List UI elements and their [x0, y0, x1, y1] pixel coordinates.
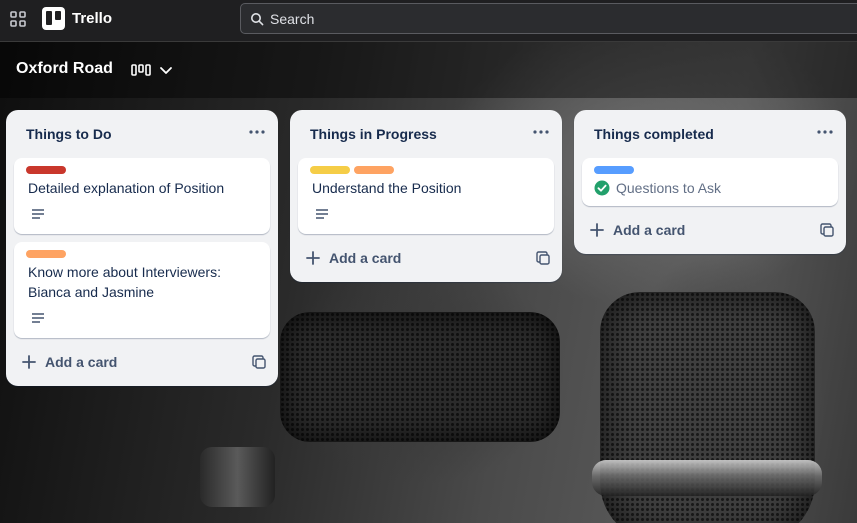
card-labels: [594, 166, 634, 174]
label-orange[interactable]: [26, 250, 66, 258]
list-title[interactable]: Things to Do: [26, 126, 112, 142]
description-icon: [32, 313, 44, 323]
board-title[interactable]: Oxford Road: [16, 60, 113, 78]
card-title: Detailed explanation of Position: [28, 180, 225, 196]
add-card-button[interactable]: Add a card: [306, 250, 401, 266]
card[interactable]: Know more about Interviewers: Bianca and…: [14, 242, 270, 338]
label-blue[interactable]: [594, 166, 634, 174]
create-from-template-icon[interactable]: [252, 355, 266, 369]
board-header: Oxford Road: [0, 42, 857, 98]
plus-icon: [590, 223, 604, 237]
plus-icon: [306, 251, 320, 265]
more-options-icon[interactable]: [246, 124, 268, 140]
top-navigation-bar: Trello Search: [0, 0, 857, 42]
card-labels: [26, 166, 66, 174]
description-icon: [32, 209, 44, 219]
check-complete-icon[interactable]: [594, 180, 610, 196]
more-options-icon[interactable]: [814, 124, 836, 140]
add-card-label: Add a card: [613, 222, 686, 238]
plus-icon: [22, 355, 36, 369]
card-labels: [26, 250, 66, 258]
card-title-line: Know more about Interviewers:: [28, 264, 221, 280]
description-icon: [316, 209, 328, 219]
card-title-line: Bianca and Jasmine: [28, 284, 155, 300]
search-icon: [251, 12, 264, 25]
create-from-template-icon[interactable]: [820, 223, 834, 237]
add-card-label: Add a card: [329, 250, 402, 266]
more-options-icon[interactable]: [530, 124, 552, 140]
microphone-ring-image: [592, 460, 822, 496]
search-placeholder: Search: [270, 10, 315, 27]
trello-logo-icon: [42, 6, 65, 30]
search-input[interactable]: Search: [240, 3, 857, 34]
list-title[interactable]: Things completed: [594, 126, 714, 142]
microphone-stand-image: [200, 447, 275, 507]
card-title: Questions to Ask: [616, 180, 722, 196]
board-view-icon[interactable]: [131, 62, 151, 80]
add-card-button[interactable]: Add a card: [22, 354, 117, 370]
card[interactable]: Detailed explanation of Position: [14, 158, 270, 234]
create-from-template-icon[interactable]: [536, 251, 550, 265]
apps-grid-icon[interactable]: [10, 11, 26, 27]
card-labels: [310, 166, 394, 174]
list-things-in-progress: Things in Progress Understand the Positi…: [290, 110, 562, 282]
card-title: Know more about Interviewers: Bianca and…: [28, 262, 221, 302]
label-red[interactable]: [26, 166, 66, 174]
microphone-image-left: [280, 312, 560, 442]
chevron-down-icon[interactable]: [159, 63, 173, 77]
label-orange[interactable]: [354, 166, 394, 174]
card-title: Understand the Position: [312, 180, 462, 196]
list-title[interactable]: Things in Progress: [310, 126, 437, 142]
card[interactable]: Questions to Ask: [582, 158, 838, 206]
add-card-label: Add a card: [45, 354, 118, 370]
app-name: Trello: [72, 9, 113, 27]
list-things-to-do: Things to Do Detailed explanation of Pos…: [6, 110, 278, 386]
add-card-button[interactable]: Add a card: [590, 222, 685, 238]
list-things-completed: Things completed Questions to Ask Add a …: [574, 110, 846, 254]
label-yellow[interactable]: [310, 166, 350, 174]
trello-logo[interactable]: Trello: [42, 6, 112, 30]
card[interactable]: Understand the Position: [298, 158, 554, 234]
